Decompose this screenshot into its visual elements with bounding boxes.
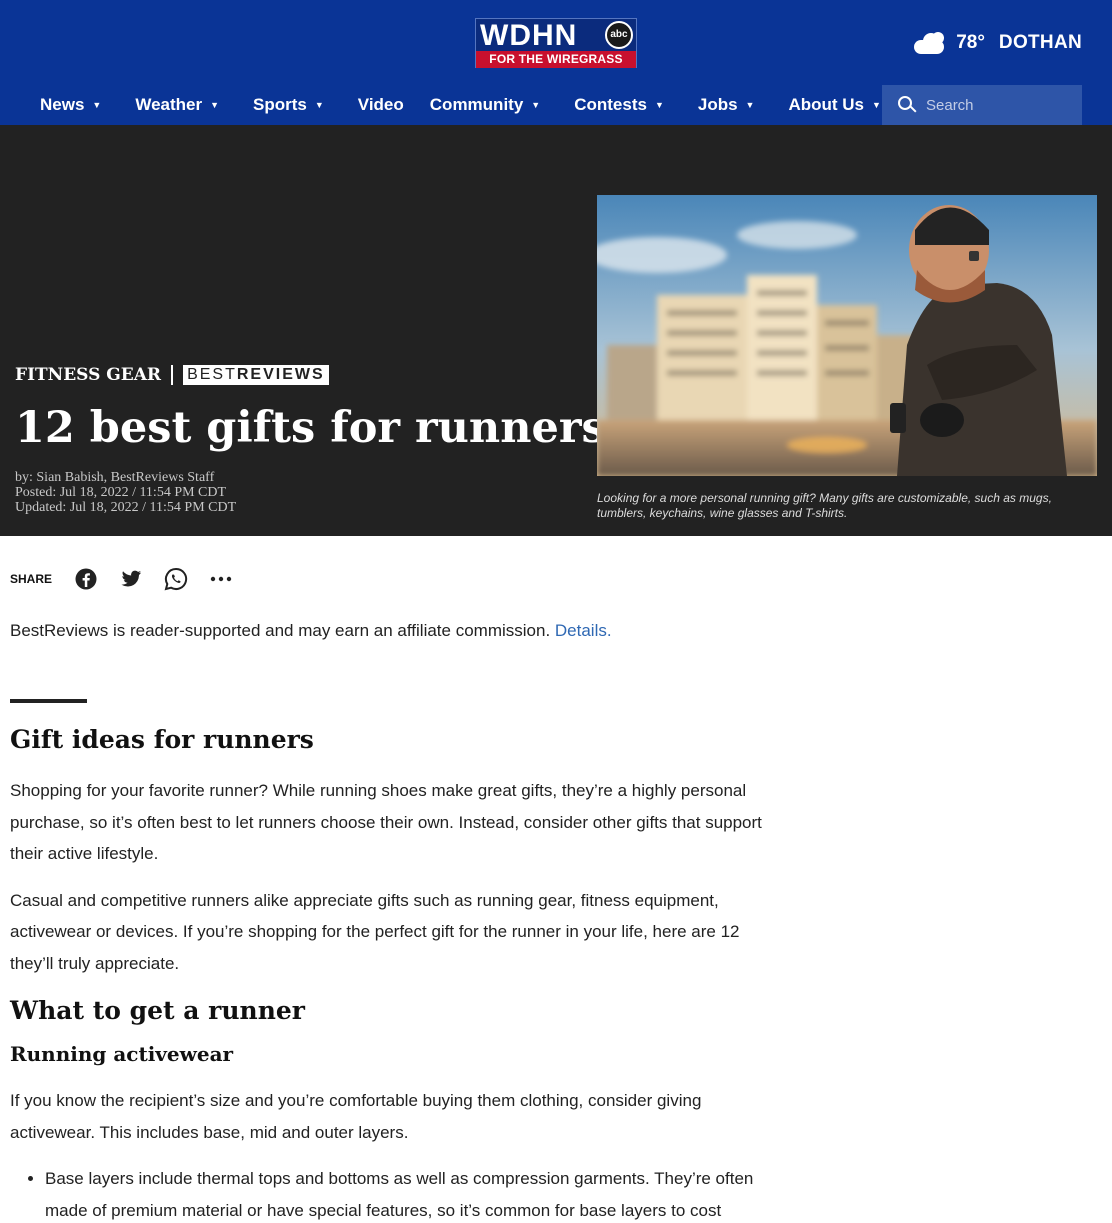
article-title: 12 best gifts for runners (15, 403, 606, 453)
details-link[interactable]: Details. (555, 621, 612, 640)
more-icon[interactable] (209, 567, 233, 591)
caret-down-icon: ▼ (314, 100, 324, 110)
partly-cloudy-icon (914, 32, 946, 54)
caret-down-icon: ▼ (745, 100, 755, 110)
runner-photo (597, 195, 1097, 476)
logo-wordmark: WDHN (480, 19, 578, 52)
nav-community[interactable]: Community ▼ (430, 95, 540, 115)
section-divider (10, 699, 87, 703)
affiliate-disclaimer: BestReviews is reader-supported and may … (10, 621, 612, 640)
paragraph: Casual and competitive runners alike app… (10, 890, 740, 973)
posted-date: Posted: Jul 18, 2022 / 11:54 PM CDT (15, 485, 227, 500)
caret-down-icon: ▼ (210, 100, 220, 110)
weather-widget[interactable]: 78° DOTHAN (914, 28, 1082, 58)
logo-tagline: FOR THE WIREGRASS (476, 51, 636, 68)
image-caption: Looking for a more personal running gift… (597, 491, 1052, 520)
nav-video[interactable]: Video (358, 95, 404, 115)
caret-down-icon: ▼ (531, 100, 541, 110)
updated-date: Updated: Jul 18, 2022 / 11:54 PM CDT (15, 500, 237, 515)
list-item: Base layers include thermal tops and bot… (45, 1163, 762, 1223)
article-byline: by: Sian Babish, BestReviews Staff Poste… (15, 470, 236, 515)
hero-image[interactable] (597, 195, 1097, 476)
subsection-heading: Running activewear (10, 1042, 234, 1066)
search-icon[interactable] (898, 96, 917, 114)
search-box (882, 85, 1082, 125)
article-tags: FITNESS GEAR BEST REVIEWS (15, 365, 329, 385)
whatsapp-icon[interactable] (164, 567, 188, 591)
caret-down-icon: ▼ (654, 100, 664, 110)
caret-down-icon: ▼ (92, 100, 102, 110)
search-input[interactable] (926, 96, 1066, 114)
caret-down-icon: ▼ (872, 100, 881, 110)
city-name: DOTHAN (998, 32, 1082, 53)
nav-about-us[interactable]: About Us ▼ (788, 95, 880, 115)
paragraph: If you know the recipient’s size and you… (10, 1091, 702, 1142)
temperature: 78° (956, 32, 985, 53)
nav-contests[interactable]: Contests ▼ (574, 95, 664, 115)
paragraph: Shopping for your favorite runner? While… (10, 781, 762, 863)
bullet-list: Base layers include thermal tops and bot… (10, 1163, 762, 1223)
category-tag[interactable]: FITNESS GEAR (15, 365, 161, 385)
share-bar: SHARE (10, 566, 254, 592)
article-hero: FITNESS GEAR BEST REVIEWS 12 best gifts f… (0, 125, 1112, 536)
article-body: Gift ideas for runners Shopping for your… (10, 720, 762, 1223)
nav-news[interactable]: News ▼ (40, 95, 101, 115)
tag-divider (171, 365, 174, 385)
bestreviews-logo[interactable]: BEST REVIEWS (183, 365, 329, 385)
facebook-icon[interactable] (74, 567, 98, 591)
author-line: by: Sian Babish, BestReviews Staff (15, 470, 215, 485)
site-logo[interactable]: WDHN abc FOR THE WIREGRASS (475, 18, 637, 68)
abc-network-icon: abc (605, 21, 633, 49)
main-nav: News ▼ Weather ▼ Sports ▼ Video Community ▼ … (40, 92, 915, 118)
twitter-icon[interactable] (119, 567, 143, 591)
nav-sports[interactable]: Sports ▼ (253, 95, 324, 115)
nav-jobs[interactable]: Jobs ▼ (698, 95, 755, 115)
section-heading: What to get a runner (10, 996, 305, 1025)
section-heading: Gift ideas for runners (10, 725, 314, 754)
site-header: WDHN abc FOR THE WIREGRASS 78° DOTHAN Ne… (0, 0, 1112, 125)
nav-weather[interactable]: Weather ▼ (135, 95, 219, 115)
share-label: SHARE (10, 572, 53, 586)
